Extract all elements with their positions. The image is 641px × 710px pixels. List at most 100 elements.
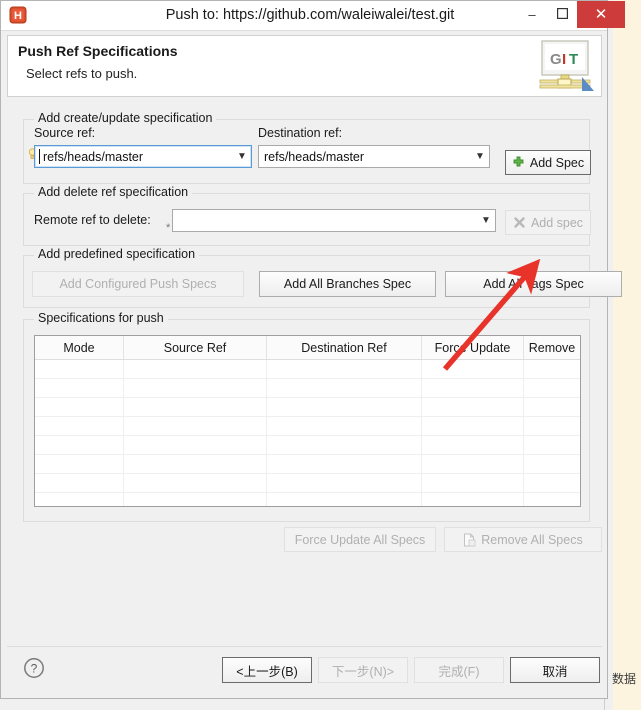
table-cell bbox=[422, 398, 524, 416]
gray-x-icon bbox=[513, 216, 526, 229]
table-row[interactable] bbox=[35, 474, 580, 493]
table-cell bbox=[35, 436, 124, 454]
table-cell bbox=[422, 379, 524, 397]
destination-ref-value: refs/heads/master bbox=[264, 149, 365, 164]
question-mark-icon[interactable]: ? bbox=[23, 657, 45, 679]
table-cell bbox=[267, 417, 422, 435]
source-ref-combo[interactable]: refs/heads/master ▼ bbox=[34, 145, 252, 168]
create-update-legend: Add create/update specification bbox=[34, 111, 217, 125]
table-cell bbox=[35, 474, 124, 492]
table-cell bbox=[524, 398, 580, 416]
specifications-table[interactable]: Mode Source Ref Destination Ref Force Updat… bbox=[34, 335, 581, 507]
table-row[interactable] bbox=[35, 455, 580, 474]
table-cell bbox=[35, 417, 124, 435]
force-update-all-specs-label: Force Update All Specs bbox=[294, 532, 426, 547]
table-cell bbox=[267, 455, 422, 473]
table-cell bbox=[267, 379, 422, 397]
maximize-button[interactable] bbox=[547, 1, 577, 28]
table-row[interactable] bbox=[35, 493, 580, 506]
predefined-spec-legend: Add predefined specification bbox=[34, 247, 200, 261]
finish-button-label: 完成(F) bbox=[438, 664, 480, 679]
delete-ref-group: Add delete ref specification Remote ref … bbox=[23, 185, 591, 246]
cancel-button-label: 取消 bbox=[542, 664, 568, 679]
table-cell bbox=[524, 417, 580, 435]
table-row[interactable] bbox=[35, 360, 580, 379]
table-cell bbox=[124, 417, 267, 435]
svg-text:T: T bbox=[569, 51, 578, 68]
delete-ref-legend: Add delete ref specification bbox=[34, 185, 193, 199]
table-cell bbox=[524, 455, 580, 473]
remove-all-specs-button[interactable]: Remove All Specs bbox=[444, 527, 602, 552]
table-cell bbox=[124, 360, 267, 378]
table-cell bbox=[422, 360, 524, 378]
table-cell bbox=[35, 398, 124, 416]
svg-text:?: ? bbox=[31, 662, 38, 676]
table-column-header[interactable]: Force Update bbox=[422, 336, 524, 359]
predefined-spec-group: Add predefined specification Add Configu… bbox=[23, 247, 622, 308]
add-delete-spec-button[interactable]: Add spec bbox=[505, 210, 591, 235]
add-all-tags-spec-label: Add All Tags Spec bbox=[483, 277, 584, 291]
force-update-all-specs-button[interactable]: Force Update All Specs bbox=[284, 527, 436, 552]
chevron-down-icon[interactable]: ▼ bbox=[471, 151, 489, 162]
dialog-body: Add create/update specification Source r… bbox=[7, 97, 622, 642]
table-column-header[interactable]: Remove bbox=[524, 336, 580, 359]
table-column-header[interactable]: Mode bbox=[35, 336, 124, 359]
desktop-background-right bbox=[613, 0, 641, 710]
create-update-group: Add create/update specification Source r… bbox=[23, 111, 591, 184]
table-cell bbox=[124, 436, 267, 454]
table-cell bbox=[524, 360, 580, 378]
chevron-down-icon[interactable]: ▼ bbox=[477, 215, 495, 226]
green-plus-icon bbox=[512, 156, 525, 169]
table-cell bbox=[124, 493, 267, 506]
close-button[interactable]: ✕ bbox=[577, 1, 625, 28]
table-cell bbox=[524, 493, 580, 506]
add-configured-push-specs-button[interactable]: Add Configured Push Specs bbox=[32, 271, 244, 297]
add-all-branches-spec-button[interactable]: Add All Branches Spec bbox=[259, 271, 436, 297]
table-column-header[interactable]: Destination Ref bbox=[267, 336, 422, 359]
page-title: Push Ref Specifications bbox=[18, 43, 178, 59]
close-icon: ✕ bbox=[594, 6, 608, 23]
table-row[interactable] bbox=[35, 417, 580, 436]
add-all-tags-spec-button[interactable]: Add All Tags Spec bbox=[445, 271, 622, 297]
table-row[interactable] bbox=[35, 398, 580, 417]
required-asterisk: * bbox=[166, 222, 171, 234]
table-cell bbox=[422, 474, 524, 492]
add-spec-button[interactable]: Add Spec bbox=[505, 150, 591, 175]
table-cell bbox=[524, 379, 580, 397]
destination-ref-combo[interactable]: refs/heads/master ▼ bbox=[258, 145, 490, 168]
chevron-down-icon[interactable]: ▼ bbox=[233, 151, 251, 162]
push-dialog-window: H Push to: https://github.com/waleiwalei… bbox=[0, 0, 625, 699]
table-cell bbox=[267, 493, 422, 506]
table-cell bbox=[422, 493, 524, 506]
table-cell bbox=[124, 474, 267, 492]
table-header-row: Mode Source Ref Destination Ref Force Updat… bbox=[35, 336, 580, 360]
remote-ref-combo[interactable]: ▼ bbox=[172, 209, 496, 232]
source-ref-label: Source ref: bbox=[34, 126, 96, 140]
table-column-header[interactable]: Source Ref bbox=[124, 336, 267, 359]
back-button[interactable]: <上一步(B) bbox=[222, 657, 312, 683]
table-cell bbox=[524, 436, 580, 454]
table-cell bbox=[124, 398, 267, 416]
table-body[interactable] bbox=[35, 360, 580, 506]
cancel-button[interactable]: 取消 bbox=[510, 657, 600, 683]
table-cell bbox=[35, 379, 124, 397]
remove-document-icon bbox=[463, 533, 476, 547]
table-cell bbox=[267, 474, 422, 492]
finish-button[interactable]: 完成(F) bbox=[414, 657, 504, 683]
git-logo: G I T bbox=[534, 39, 596, 95]
table-row[interactable] bbox=[35, 379, 580, 398]
table-row[interactable] bbox=[35, 436, 580, 455]
table-cell bbox=[422, 436, 524, 454]
table-cell bbox=[422, 455, 524, 473]
table-cell bbox=[524, 474, 580, 492]
text-caret bbox=[39, 149, 40, 164]
wizard-header: Push Ref Specifications Select refs to p… bbox=[7, 35, 602, 97]
minimize-button[interactable]: – bbox=[517, 1, 547, 28]
next-button[interactable]: 下一步(N)> bbox=[318, 657, 408, 683]
specifications-legend: Specifications for push bbox=[34, 311, 168, 325]
add-delete-spec-label: Add spec bbox=[530, 215, 584, 230]
svg-text:I: I bbox=[562, 51, 566, 68]
table-cell bbox=[267, 436, 422, 454]
table-cell bbox=[422, 417, 524, 435]
add-spec-label: Add Spec bbox=[529, 155, 585, 170]
